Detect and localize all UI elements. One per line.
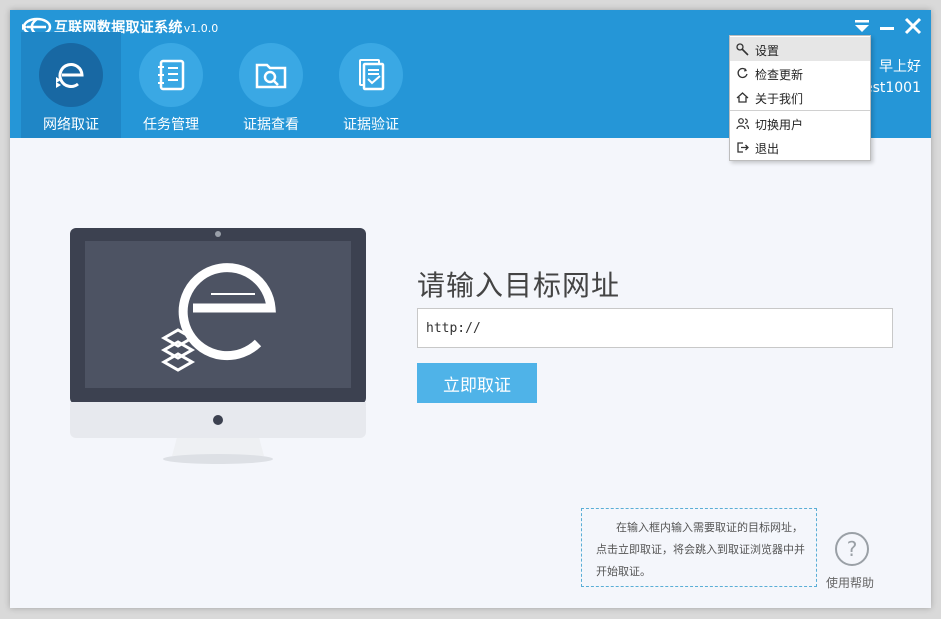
help-label: 使用帮助 xyxy=(826,576,875,590)
tab-view-evidence[interactable]: 证据查看 xyxy=(221,32,321,138)
menu-item-check-update[interactable]: 检查更新 xyxy=(730,61,870,85)
monitor-illustration xyxy=(70,228,366,464)
settings-dropdown-menu: 设置 检查更新 关于我们 切换用户 退出 xyxy=(729,35,871,161)
menu-item-label: 检查更新 xyxy=(755,68,804,82)
tab-label: 证据查看 xyxy=(243,117,299,133)
tab-task-management[interactable]: 任务管理 xyxy=(121,32,221,138)
close-icon[interactable] xyxy=(902,16,924,36)
tab-icon-circle xyxy=(39,43,103,107)
menu-item-about[interactable]: 关于我们 xyxy=(730,85,870,109)
tab-label: 任务管理 xyxy=(143,117,199,133)
home-icon xyxy=(736,92,749,103)
refresh-icon xyxy=(737,67,748,79)
menu-item-exit[interactable]: 退出 xyxy=(730,135,870,159)
minimize-icon[interactable] xyxy=(876,16,898,36)
start-evidence-button[interactable]: 立即取证 xyxy=(417,363,537,403)
app-window: 互联网数据取证系统 v1.0.0 网络取证 任务管理 证据查看 证据验证 早上好… xyxy=(10,10,931,608)
help-button[interactable]: ? 使用帮助 xyxy=(826,530,878,590)
greeting-text: 早上好 xyxy=(879,59,921,75)
folder-search-icon xyxy=(255,63,287,89)
url-input[interactable] xyxy=(417,308,893,348)
menu-item-settings[interactable]: 设置 xyxy=(730,37,870,61)
url-prompt-title: 请输入目标网址 xyxy=(417,269,621,302)
hint-box: 在输入框内输入需要取证的目标网址，点击立即取证，将会跳入到取证浏览器中并开始取证… xyxy=(581,508,817,587)
users-icon xyxy=(736,118,749,130)
menu-item-label: 设置 xyxy=(755,44,780,58)
tab-label: 证据验证 xyxy=(343,117,399,133)
tab-network-evidence[interactable]: 网络取证 xyxy=(21,32,121,138)
menu-item-label: 切换用户 xyxy=(755,118,804,132)
tab-icon-circle xyxy=(139,43,203,107)
menu-item-label: 关于我们 xyxy=(755,92,804,106)
tab-verify-evidence[interactable]: 证据验证 xyxy=(321,32,421,138)
help-icon: ? xyxy=(835,532,869,566)
wrench-icon xyxy=(736,43,749,56)
exit-icon xyxy=(737,142,749,153)
tab-label: 网络取证 xyxy=(43,117,99,133)
username: est1001 xyxy=(863,80,921,96)
evidence-e-icon xyxy=(56,63,84,88)
notebook-icon xyxy=(158,59,185,91)
menu-arrow-icon[interactable] xyxy=(851,16,873,36)
menu-item-label: 退出 xyxy=(755,142,780,156)
tab-icon-circle xyxy=(339,43,403,107)
menu-item-switch-user[interactable]: 切换用户 xyxy=(730,111,870,135)
document-check-icon xyxy=(359,59,385,91)
tab-icon-circle xyxy=(239,43,303,107)
